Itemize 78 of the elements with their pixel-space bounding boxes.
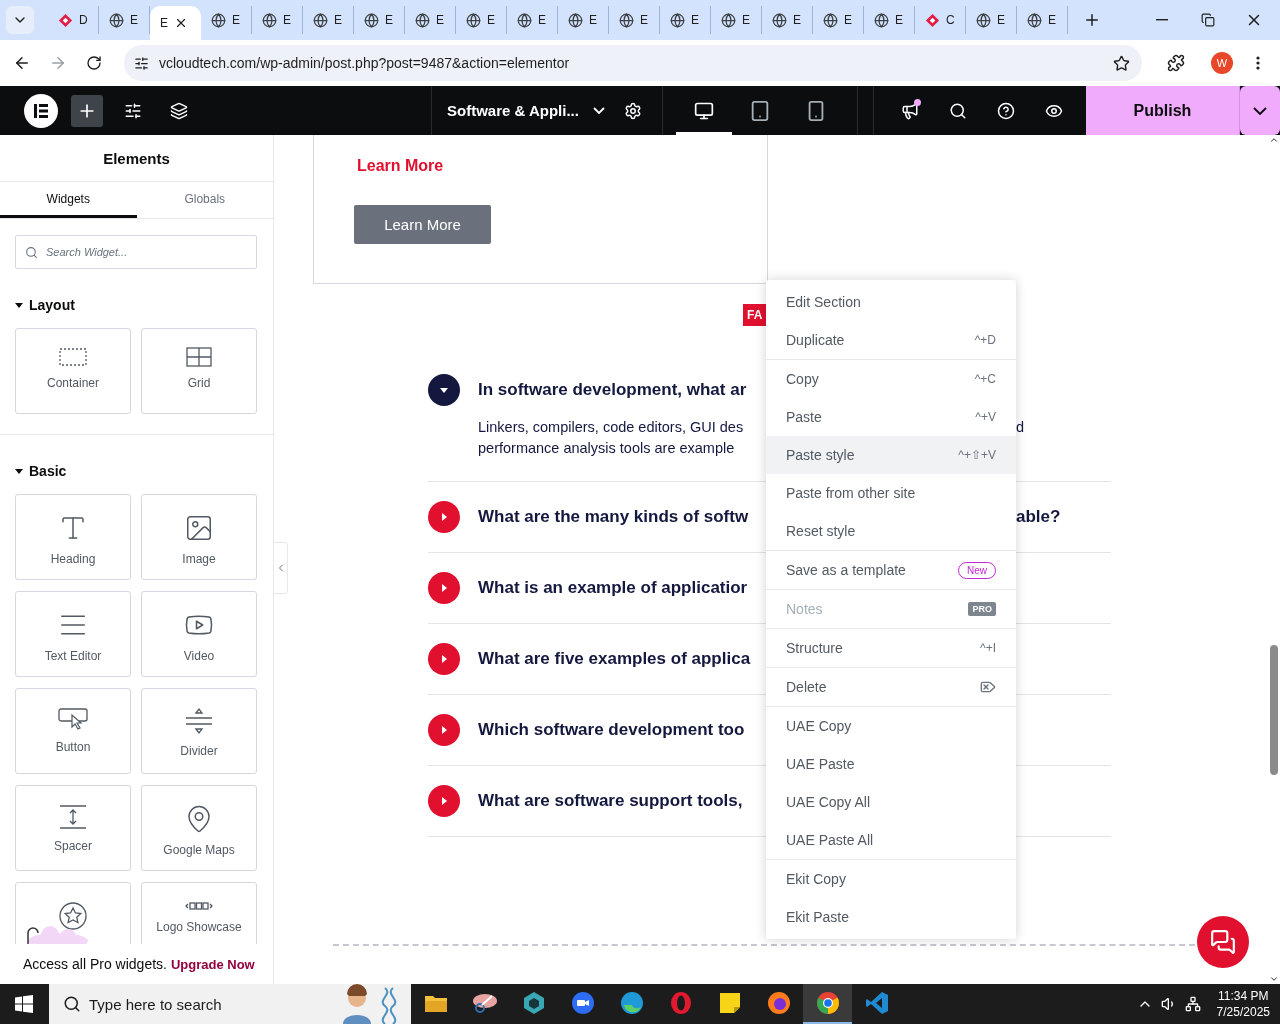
menu-item[interactable]: Delete	[766, 668, 1016, 706]
widget-label: Grid	[187, 376, 211, 390]
faq-question: What are five examples of applica	[478, 649, 752, 669]
clock[interactable]: 11:34 PM 7/25/2025	[1216, 988, 1270, 1020]
widget-tile[interactable]: Google Maps	[141, 785, 257, 871]
faq-question: In software development, what ar	[478, 380, 748, 400]
category-toggle[interactable]: Basic	[15, 463, 67, 479]
promo-text: Access all Pro widgets.	[23, 956, 167, 972]
address-bar[interactable]: vcloudtech.com/wp-admin/post.php?post=9487&action=elementor	[124, 45, 1142, 81]
widget-label: Spacer	[54, 839, 92, 853]
browser-tab[interactable]: E	[354, 6, 405, 34]
menu-item[interactable]: Ekit Copy	[766, 860, 1016, 898]
widget-label: Video	[183, 649, 215, 663]
browser-tab[interactable]: E	[660, 6, 711, 34]
menu-item[interactable]: Save as a template New	[766, 551, 1016, 589]
widget-label: Container	[47, 376, 99, 390]
menu-item[interactable]: UAE Copy All	[766, 783, 1016, 821]
taskbar-search-field[interactable]: Type here to search	[49, 984, 411, 1024]
faq-question: What are the many kinds of softw	[478, 507, 750, 527]
faq-question-end: able?	[1016, 507, 1061, 527]
widget-search-field[interactable]: Search Widget...	[15, 235, 257, 269]
menu-item[interactable]: Duplicate ^+D	[766, 321, 1016, 359]
browser-tab[interactable]: E	[966, 6, 1017, 34]
browser-tab[interactable]: E	[507, 6, 558, 34]
widget-label: Divider	[180, 744, 218, 758]
browser-tab[interactable]: E	[303, 6, 354, 34]
menu-item[interactable]: Structure ^+I	[766, 629, 1016, 667]
widget-tile[interactable]: Grid	[141, 328, 257, 414]
menu-item[interactable]: UAE Copy	[766, 707, 1016, 745]
browser-tab[interactable]: E	[252, 6, 303, 34]
browser-tab[interactable]: E	[864, 6, 915, 34]
widget-label: Text Editor	[44, 649, 102, 663]
widget-label: Google Maps	[163, 843, 235, 857]
widget-tile[interactable]: Divider	[141, 688, 257, 774]
faq-answer-line: performance analysis tools are example	[478, 440, 736, 456]
upgrade-link[interactable]: Upgrade Now	[170, 956, 255, 972]
widget-tile[interactable]: Spacer	[15, 785, 131, 871]
browser-tab[interactable]: E	[405, 6, 456, 34]
browser-tab[interactable]: E	[711, 6, 762, 34]
menu-item[interactable]: Copy ^+C	[766, 360, 1016, 398]
widget-label: Image	[182, 552, 216, 566]
learn-more-link[interactable]: Learn More	[357, 157, 444, 175]
browser-tab[interactable]: D	[48, 6, 99, 34]
faq-answer-end: d	[1016, 419, 1025, 435]
menu-item[interactable]: Edit Section	[766, 283, 1016, 321]
browser-tab[interactable]: E	[813, 6, 864, 34]
widget-label: Logo Showcase	[156, 920, 242, 934]
widget-label: Heading	[50, 552, 96, 566]
section-label: FA	[743, 304, 767, 326]
browser-tab[interactable]: E	[609, 6, 660, 34]
widget-tile[interactable]: Heading	[15, 494, 131, 580]
publish-button[interactable]: Publish	[1086, 86, 1240, 135]
learn-more-button[interactable]: Learn More	[354, 205, 491, 244]
faq-question: What is an example of applicatior	[478, 578, 749, 598]
menu-item[interactable]: Reset style	[766, 512, 1016, 550]
widget-tile[interactable]: Button	[15, 688, 131, 774]
browser-tab[interactable]: E	[201, 6, 252, 34]
menu-item[interactable]: Paste ^+V	[766, 398, 1016, 436]
browser-tab[interactable]: C	[915, 6, 966, 34]
faq-question: Which software development too	[478, 720, 746, 740]
browser-tab[interactable]: E	[762, 6, 813, 34]
faq-question: What are software support tools,	[478, 791, 744, 811]
menu-item[interactable]: Ekit Paste	[766, 898, 1016, 936]
menu-item[interactable]: UAE Paste	[766, 745, 1016, 783]
menu-item[interactable]: Paste style ^+⇧+V	[766, 436, 1016, 474]
category-toggle[interactable]: Layout	[15, 297, 75, 313]
browser-tab[interactable]: E	[558, 6, 609, 34]
browser-tab[interactable]: E	[456, 6, 507, 34]
widget-label: Button	[55, 740, 91, 754]
widget-tile[interactable]: Container	[15, 328, 131, 414]
menu-item[interactable]: Paste from other site	[766, 474, 1016, 512]
widget-tile[interactable]: Text Editor	[15, 591, 131, 677]
widget-tile[interactable]: Image	[141, 494, 257, 580]
browser-tab[interactable]: E	[150, 6, 201, 40]
widget-tile[interactable]: Video	[141, 591, 257, 677]
browser-tab[interactable]: E	[1017, 6, 1068, 34]
menu-item[interactable]: UAE Paste All	[766, 821, 1016, 859]
faq-answer-line: Linkers, compilers, code editors, GUI des	[478, 419, 745, 435]
